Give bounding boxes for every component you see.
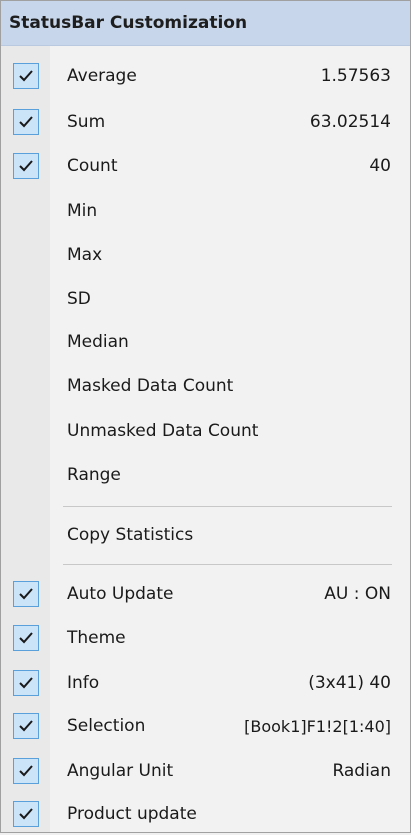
menu-item-label: Average: [67, 66, 137, 86]
menu-item-min[interactable]: Min: [1, 190, 410, 232]
checkbox-sum[interactable]: [13, 109, 39, 135]
menu-item-value: AU : ON: [324, 584, 391, 604]
menu-separator: [63, 506, 392, 507]
menu-item-sd[interactable]: SD: [1, 278, 410, 320]
menu-item-selection[interactable]: Selection [Book1]F1!2[1:40]: [1, 705, 410, 747]
menu-item-value: [Book1]F1!2[1:40]: [244, 716, 391, 736]
menu-item-value: (3x41) 40: [308, 673, 391, 693]
menu-item-label: Unmasked Data Count: [67, 421, 259, 441]
menu-item-theme[interactable]: Theme: [1, 617, 410, 659]
menu-item-max[interactable]: Max: [1, 234, 410, 276]
checkbox-theme[interactable]: [13, 625, 39, 651]
menu-item-label: Auto Update: [67, 584, 174, 604]
menu-item-label: Selection: [67, 716, 146, 736]
menu-item-label: Max: [67, 245, 103, 265]
menu-item-unmasked-data-count[interactable]: Unmasked Data Count: [1, 410, 410, 452]
menu-item-label: Theme: [67, 628, 126, 648]
menu-item-label: Sum: [67, 112, 106, 132]
menu-title: StatusBar Customization: [1, 1, 410, 46]
checkmark-icon: [19, 808, 33, 820]
checkmark-icon: [19, 720, 33, 732]
checkbox-auto-update[interactable]: [13, 581, 39, 607]
menu-item-average[interactable]: Average 1.57563: [1, 55, 410, 97]
menu-item-value: 63.02514: [309, 112, 391, 132]
checkmark-icon: [19, 70, 33, 82]
checkbox-info[interactable]: [13, 670, 39, 696]
menu-item-info[interactable]: Info (3x41) 40: [1, 662, 410, 704]
checkbox-count[interactable]: [13, 153, 39, 179]
menu-item-label: Range: [67, 465, 121, 485]
menu-item-label: Copy Statistics: [67, 525, 194, 545]
menu-separator: [63, 564, 392, 565]
menu-item-auto-update[interactable]: Auto Update AU : ON: [1, 573, 410, 615]
checkmark-icon: [19, 677, 33, 689]
checkmark-icon: [19, 588, 33, 600]
menu-item-angular-unit[interactable]: Angular Unit Radian: [1, 750, 410, 792]
checkmark-icon: [19, 116, 33, 128]
menu-item-label: Info: [67, 673, 100, 693]
checkmark-icon: [19, 160, 33, 172]
menu-item-masked-data-count[interactable]: Masked Data Count: [1, 365, 410, 407]
checkbox-angular-unit[interactable]: [13, 758, 39, 784]
menu-item-range[interactable]: Range: [1, 454, 410, 496]
menu-item-value: Radian: [332, 761, 391, 781]
checkbox-average[interactable]: [13, 63, 39, 89]
menu-item-label: Angular Unit: [67, 761, 174, 781]
checkmark-icon: [19, 632, 33, 644]
statusbar-customization-menu: StatusBar Customization Average 1.57563 …: [0, 0, 411, 833]
menu-item-count[interactable]: Count 40: [1, 145, 410, 187]
checkbox-product-update[interactable]: [13, 801, 39, 827]
menu-item-copy-statistics[interactable]: Copy Statistics: [1, 514, 410, 556]
menu-item-label: Product update: [67, 804, 197, 824]
menu-item-label: SD: [67, 289, 91, 309]
menu-item-label: Count: [67, 156, 118, 176]
menu-item-value: 40: [369, 156, 391, 176]
menu-item-label: Masked Data Count: [67, 376, 234, 396]
menu-item-value: 1.57563: [320, 66, 391, 86]
menu-item-label: Median: [67, 332, 129, 352]
menu-item-sum[interactable]: Sum 63.02514: [1, 101, 410, 143]
checkbox-selection[interactable]: [13, 713, 39, 739]
checkmark-icon: [19, 765, 33, 777]
menu-item-product-update[interactable]: Product update: [1, 793, 410, 835]
menu-item-median[interactable]: Median: [1, 321, 410, 363]
menu-item-label: Min: [67, 201, 98, 221]
